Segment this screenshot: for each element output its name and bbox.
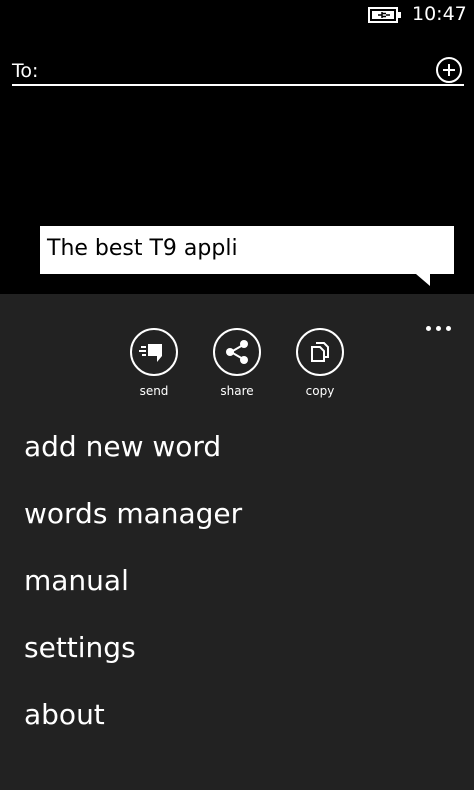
bubble-tail [416,274,430,286]
send-label: send [139,384,169,398]
message-input[interactable]: The best T9 appli [40,226,454,274]
to-label: To: [12,60,39,82]
copy-button[interactable]: copy [296,328,344,398]
recipient-field[interactable]: To: [12,57,464,86]
menu-item-add-new-word[interactable]: add new word [24,424,242,491]
share-label: share [220,384,254,398]
app-menu: add new word words manager manual settin… [24,424,242,759]
send-icon [130,328,178,376]
add-circle-icon[interactable] [436,57,462,83]
ellipsis-icon[interactable] [424,318,454,338]
copy-icon [296,328,344,376]
menu-item-settings[interactable]: settings [24,625,242,692]
copy-label: copy [305,384,335,398]
message-text: The best T9 appli [47,236,238,261]
clock: 10:47 [412,3,467,25]
share-button[interactable]: share [213,328,261,398]
battery-charging-icon [368,7,401,23]
menu-item-manual[interactable]: manual [24,558,242,625]
send-button[interactable]: send [130,328,178,398]
status-bar: 10:47 [0,0,474,32]
menu-item-words-manager[interactable]: words manager [24,491,242,558]
menu-item-about[interactable]: about [24,692,242,759]
share-icon [213,328,261,376]
